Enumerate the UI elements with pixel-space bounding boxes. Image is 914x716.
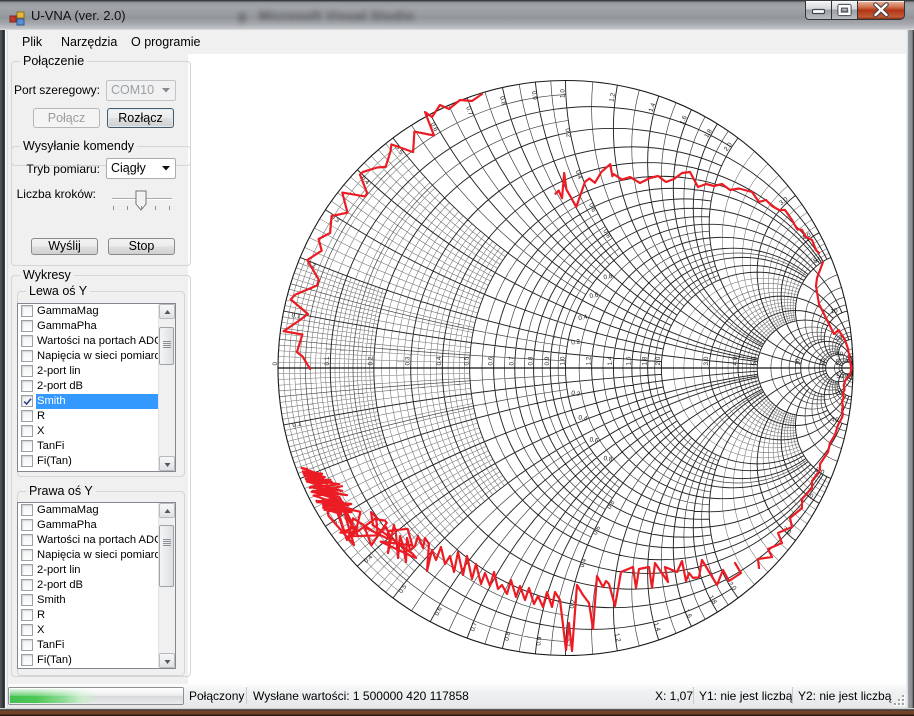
svg-text:0.8: 0.8 (606, 499, 617, 511)
svg-text:4.0: 4.0 (732, 356, 739, 365)
svg-text:0.5: 0.5 (464, 356, 471, 365)
svg-text:50: 50 (836, 358, 843, 366)
svg-text:0.4: 0.4 (574, 169, 584, 180)
svg-text:0.3: 0.3 (405, 356, 412, 365)
svg-text:0.8: 0.8 (603, 273, 613, 282)
svg-text:20: 20 (819, 358, 826, 366)
svg-text:1.8: 1.8 (707, 594, 718, 606)
svg-text:0.6: 0.6 (589, 436, 599, 445)
svg-text:0: 0 (272, 362, 279, 366)
svg-text:0.8: 0.8 (603, 455, 613, 464)
svg-text:0.7: 0.7 (464, 106, 474, 117)
svg-text:0.7: 0.7 (469, 621, 479, 632)
svg-text:1.4: 1.4 (607, 356, 614, 365)
svg-text:0.6: 0.6 (587, 202, 597, 213)
svg-text:1.2: 1.2 (585, 356, 592, 365)
svg-text:0.8: 0.8 (503, 631, 512, 642)
svg-text:2.0: 2.0 (655, 356, 662, 365)
svg-text:5.0: 5.0 (751, 356, 758, 365)
svg-text:0.5: 0.5 (397, 583, 408, 595)
svg-text:0.8: 0.8 (601, 228, 612, 240)
svg-text:50: 50 (836, 351, 844, 358)
svg-text:3.0: 3.0 (703, 356, 710, 365)
svg-text:10: 10 (795, 358, 802, 366)
svg-text:0.6: 0.6 (433, 606, 444, 618)
svg-text:1.6: 1.6 (679, 114, 689, 125)
svg-text:0.8: 0.8 (527, 356, 534, 365)
svg-text:1.4: 1.4 (652, 622, 662, 633)
svg-text:0.2: 0.2 (571, 338, 581, 347)
svg-text:0.4: 0.4 (578, 314, 588, 323)
svg-text:0.7: 0.7 (509, 356, 516, 365)
svg-text:0.8: 0.8 (498, 96, 507, 107)
svg-text:0.9: 0.9 (530, 91, 538, 101)
svg-text:0.2: 0.2 (368, 356, 375, 365)
svg-text:1.4: 1.4 (648, 102, 658, 113)
svg-text:1.2: 1.2 (608, 92, 617, 102)
svg-text:1.8: 1.8 (641, 356, 648, 365)
svg-text:0.2: 0.2 (571, 390, 581, 399)
svg-text:0.4: 0.4 (578, 414, 588, 423)
svg-text:0.6: 0.6 (487, 356, 494, 365)
svg-text:3.0: 3.0 (778, 196, 790, 207)
svg-text:1.2: 1.2 (613, 633, 622, 643)
svg-text:0.9: 0.9 (544, 356, 551, 365)
svg-text:1.0: 1.0 (559, 356, 566, 365)
svg-text:0.2: 0.2 (563, 128, 572, 138)
svg-text:0.1: 0.1 (324, 356, 331, 365)
svg-text:0.4: 0.4 (579, 557, 589, 568)
svg-text:1.6: 1.6 (626, 356, 633, 365)
svg-text:1.8: 1.8 (703, 128, 714, 140)
svg-text:0.1: 0.1 (292, 421, 303, 430)
svg-text:0.9: 0.9 (535, 636, 543, 646)
svg-text:0.4: 0.4 (436, 356, 443, 365)
svg-text:0.6: 0.6 (592, 525, 602, 536)
svg-text:1.0: 1.0 (560, 89, 567, 98)
svg-text:50: 50 (836, 373, 844, 380)
